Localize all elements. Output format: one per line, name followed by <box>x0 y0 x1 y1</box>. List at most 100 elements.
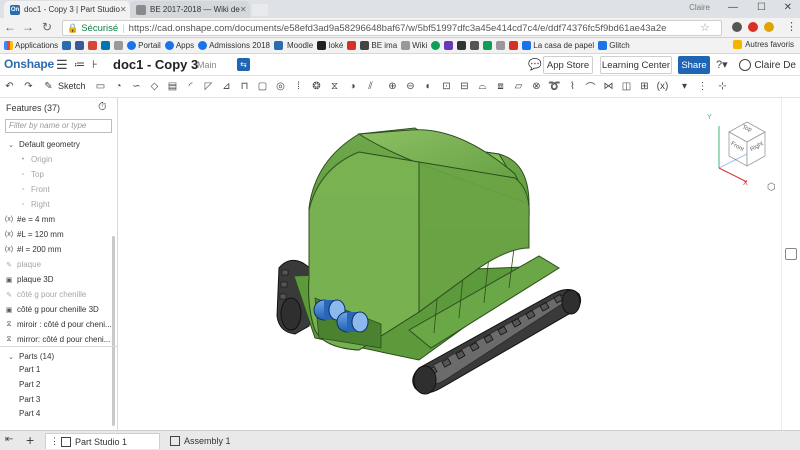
list-icon[interactable]: ≔ <box>74 58 85 71</box>
minimize-icon[interactable]: — <box>728 2 738 13</box>
learning-center-button[interactable]: Learning Center <box>600 56 672 74</box>
delete-part-icon[interactable]: ⊖ <box>404 80 417 93</box>
tab-part-studio-1[interactable]: ⋮ Part Studio 1 <box>45 433 160 449</box>
tab-assembly-1[interactable]: Assembly 1 <box>166 433 276 449</box>
view-options-icon[interactable]: ⬡ <box>767 182 776 193</box>
composite-curve-icon[interactable]: ⋈ <box>602 80 615 93</box>
add-custom-feature-icon[interactable]: ⊹ <box>716 80 729 93</box>
extension-icon[interactable] <box>764 22 774 32</box>
circular-pattern-icon[interactable]: ❂ <box>310 80 323 93</box>
transform-icon[interactable]: ⊕ <box>386 80 399 93</box>
green-bookmark-icon[interactable] <box>431 41 441 50</box>
projected-curve-icon[interactable]: ⌇ <box>566 80 579 93</box>
bookmark-ioke[interactable]: Ioké <box>317 41 343 50</box>
draft-icon[interactable]: ⊿ <box>220 80 233 93</box>
comment-icon[interactable]: 💬 <box>528 58 542 71</box>
shell-icon[interactable]: ▢ <box>256 80 269 93</box>
tree-icon[interactable]: ⊦ <box>92 58 98 71</box>
add-tab-icon[interactable]: + <box>26 432 34 448</box>
part-item[interactable]: Part 4 <box>0 407 116 419</box>
chevron-down-icon[interactable]: ⌄ <box>6 353 16 361</box>
reload-icon[interactable]: ↻ <box>40 20 54 34</box>
feature-item-cote-g[interactable]: ✎ côté g pour chenille <box>0 287 116 302</box>
six-bookmark-icon[interactable] <box>470 41 480 50</box>
chevron-down-icon[interactable]: ⌄ <box>6 141 16 149</box>
help-icon[interactable]: ?▾ <box>716 58 728 71</box>
green-square-bookmark-icon[interactable] <box>483 41 493 50</box>
document-title[interactable]: doc1 - Copy 3 <box>113 57 198 72</box>
replace-face-icon[interactable]: ⊟ <box>458 80 471 93</box>
rib-icon[interactable]: ⊓ <box>238 80 251 93</box>
feature-item-cote-g-3d[interactable]: ▣ côté g pour chenille 3D <box>0 302 116 317</box>
plane-icon[interactable]: ▱ <box>512 80 525 93</box>
linear-pattern-icon[interactable]: ⁞ <box>292 80 305 93</box>
offset-surface-icon[interactable]: ⌓ <box>476 80 489 93</box>
youtube-bookmark-icon[interactable] <box>509 41 519 50</box>
plus-bookmark-icon[interactable] <box>457 41 467 50</box>
undo-icon[interactable]: ↶ <box>3 80 16 93</box>
feature-item-variable-l[interactable]: (x) #l = 200 mm <box>0 242 116 257</box>
maximize-icon[interactable]: ☐ <box>757 2 766 13</box>
extension-badge-icon[interactable] <box>748 22 758 32</box>
chamfer-icon[interactable]: ◸ <box>202 80 215 93</box>
app-store-button[interactable]: App Store <box>543 56 593 74</box>
bookmark-applications[interactable]: Applications <box>4 41 58 50</box>
search-tools-icon[interactable]: ⋮ <box>696 80 709 93</box>
back-arrow-icon[interactable]: ← <box>3 20 17 34</box>
drag-handle-icon[interactable]: ⋮ <box>50 436 59 447</box>
sheet-metal-icon[interactable]: ◫ <box>620 80 633 93</box>
feature-item-miroir[interactable]: ⧖ miroir : côté d pour cheni... <box>0 317 116 332</box>
part-item[interactable]: Part 1 <box>0 362 116 377</box>
url-field[interactable]: 🔒 Sécurisé | https://cad.onshape.com/doc… <box>62 20 722 36</box>
red-bookmark-icon[interactable] <box>347 41 357 50</box>
modify-fillet-icon[interactable]: ◐ <box>422 80 435 93</box>
browser-tab-onshape[interactable]: On doc1 - Copy 3 | Part Studio ✕ <box>4 1 130 18</box>
facebook-bookmark-icon[interactable] <box>75 41 85 50</box>
feature-item-origin[interactable]: • Origin <box>0 152 116 167</box>
frame-icon[interactable]: ⊞ <box>638 80 651 93</box>
close-window-icon[interactable]: ✕ <box>784 2 792 13</box>
page-bookmark-icon[interactable] <box>114 41 124 50</box>
bookmark-wiki[interactable]: Wiki <box>401 41 427 50</box>
version-graph-icon[interactable]: ⇆ <box>237 58 250 71</box>
graphics-viewport[interactable]: Top Front Right Y X ⬡ <box>119 98 781 430</box>
other-bookmarks[interactable]: Autres favoris <box>733 40 794 49</box>
bookmark-la-casa-de-papel[interactable]: La casa de papel <box>522 41 594 50</box>
sketch-label[interactable]: Sketch <box>58 81 86 91</box>
linkedin-bookmark-icon[interactable] <box>101 41 111 50</box>
close-icon[interactable]: ✕ <box>120 5 127 14</box>
menu-dots-icon[interactable]: ⋮ <box>786 20 797 33</box>
loft-icon[interactable]: ◇ <box>148 80 161 93</box>
sweep-icon[interactable]: ∽ <box>130 80 143 93</box>
thicken-icon[interactable]: ▤ <box>166 80 179 93</box>
onshape-bookmark-icon[interactable] <box>62 41 72 50</box>
part-item[interactable]: Part 2 <box>0 377 116 392</box>
onshape-logo[interactable]: Onshape <box>4 57 54 71</box>
purple-bookmark-icon[interactable] <box>444 41 454 50</box>
bookmark-glitch[interactable]: Glitch <box>598 41 630 50</box>
bookmark-star-icon[interactable]: ☆ <box>700 21 710 34</box>
custom-feature-icon[interactable]: ▾ <box>678 80 691 93</box>
feature-item-top-plane[interactable]: ▫ Top <box>0 167 116 182</box>
robot-3d-model[interactable] <box>119 98 781 430</box>
bookmark-moodle[interactable]: Moodle <box>287 41 313 50</box>
view-cube[interactable]: Top Front Right Y X <box>707 114 777 192</box>
bookmark-apps[interactable]: Apps <box>164 41 194 50</box>
feature-item-variable-e[interactable]: (x) #e = 4 mm <box>0 212 116 227</box>
helix-icon[interactable]: ➰ <box>548 80 561 93</box>
share-button[interactable]: Share <box>678 56 710 74</box>
extrude-icon[interactable]: ▭ <box>94 80 107 93</box>
mirror-icon[interactable]: ⧖ <box>328 80 341 93</box>
bookmark-admissions[interactable]: Admissions 2018 <box>198 41 270 50</box>
new-tab-button[interactable] <box>252 4 268 16</box>
hamburger-menu-icon[interactable]: ☰ <box>56 57 68 73</box>
variable-icon[interactable]: (x) <box>656 80 669 93</box>
boolean-icon[interactable]: ◑ <box>346 80 359 93</box>
location-extension-icon[interactable] <box>732 22 742 32</box>
forward-arrow-icon[interactable]: → <box>21 20 35 34</box>
hole-icon[interactable]: ◎ <box>274 80 287 93</box>
feature-item-mirror[interactable]: ⧖ mirror: côté d pour cheni... <box>0 332 116 347</box>
bridging-curve-icon[interactable]: ⌒ <box>584 80 597 94</box>
part-item[interactable]: Part 3 <box>0 392 116 407</box>
redo-icon[interactable]: ↷ <box>22 80 35 93</box>
